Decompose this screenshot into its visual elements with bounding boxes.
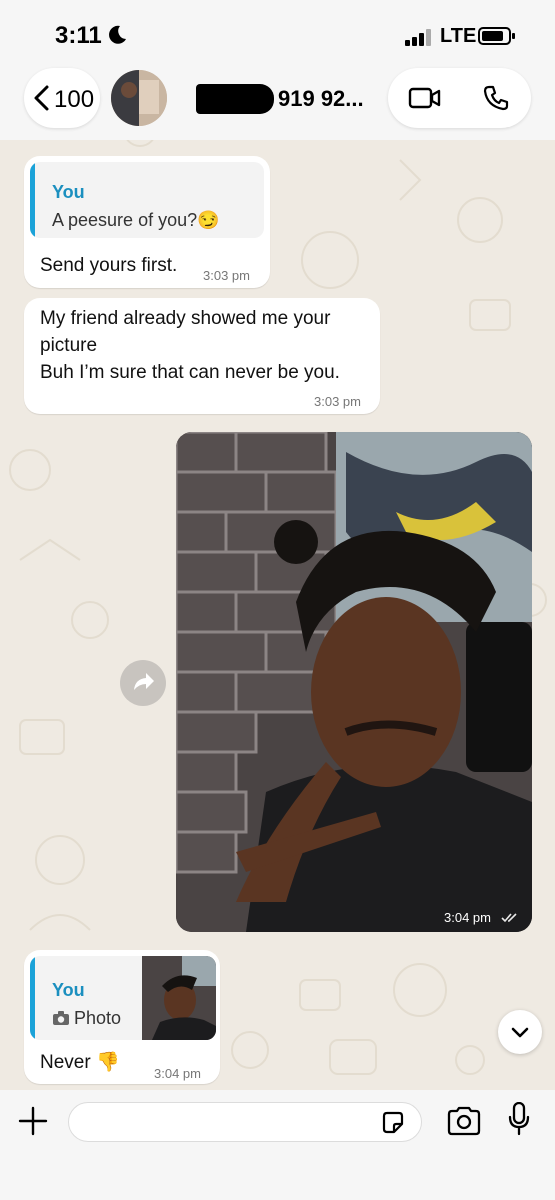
- message-text: Never 👎: [40, 1052, 120, 1073]
- message-time: 3:03 pm: [203, 268, 250, 283]
- message-time: 3:04 pm: [154, 1066, 201, 1081]
- chevron-left-icon: [34, 85, 49, 111]
- network-label: LTE: [440, 25, 477, 47]
- contact-name[interactable]: 919 92...: [178, 80, 378, 120]
- message-bubble[interactable]: My friend already showed me your picture…: [24, 298, 380, 414]
- avatar-image: [111, 70, 167, 126]
- quoted-message[interactable]: You A peesure of you?😏: [30, 162, 264, 238]
- microphone-icon[interactable]: [507, 1102, 531, 1136]
- redacted-name: [196, 84, 274, 114]
- message-bubble[interactable]: You Photo Never 👎 3:04 pm: [24, 950, 220, 1084]
- camera-icon[interactable]: [446, 1106, 482, 1136]
- sticker-icon[interactable]: [380, 1110, 406, 1136]
- status-time: 3:11: [55, 22, 102, 49]
- message-text-line: picture: [40, 335, 98, 356]
- message-text: Send yours first.: [40, 255, 178, 276]
- message-text-line: My friend already showed me your: [40, 308, 331, 329]
- composer-bar: [0, 1090, 555, 1200]
- contact-avatar[interactable]: [111, 70, 167, 126]
- call-actions: [388, 68, 531, 128]
- signal-icon: [405, 29, 431, 46]
- message-input[interactable]: [68, 1102, 422, 1142]
- quote-text: A peesure of you?😏: [52, 210, 220, 230]
- phone-icon[interactable]: [482, 84, 510, 112]
- quote-thumbnail: [142, 956, 216, 1040]
- contact-phone: 919 92...: [278, 86, 364, 111]
- unread-count: 100: [54, 86, 95, 113]
- camera-icon: [53, 1011, 69, 1025]
- video-call-icon[interactable]: [408, 86, 442, 110]
- message-text-line: Buh I’m sure that can never be you.: [40, 362, 340, 383]
- quote-text: Photo: [74, 1008, 122, 1028]
- quoted-message[interactable]: You Photo: [30, 956, 216, 1040]
- read-receipt-icon: [501, 913, 517, 923]
- quote-bar: [30, 162, 35, 238]
- message-bubble[interactable]: You A peesure of you?😏 Send yours first.…: [24, 156, 270, 288]
- battery-icon: [478, 27, 515, 45]
- scroll-to-bottom-button[interactable]: [498, 1010, 542, 1054]
- message-time: 3:03 pm: [314, 394, 361, 409]
- chat-header: 100 919 92...: [0, 60, 555, 140]
- quote-bar: [30, 956, 35, 1040]
- chevron-down-icon: [511, 1027, 529, 1038]
- photo-time: 3:04 pm: [444, 910, 491, 925]
- back-button[interactable]: 100: [24, 68, 100, 128]
- quote-author: You: [52, 182, 85, 202]
- forward-button[interactable]: [120, 660, 166, 706]
- quote-author: You: [52, 980, 85, 1000]
- photo-message[interactable]: 3:04 pm: [176, 432, 532, 932]
- plus-icon[interactable]: [18, 1106, 48, 1136]
- moon-icon: [109, 25, 126, 44]
- forward-arrow-icon: [134, 673, 154, 690]
- photo-image: [176, 432, 532, 932]
